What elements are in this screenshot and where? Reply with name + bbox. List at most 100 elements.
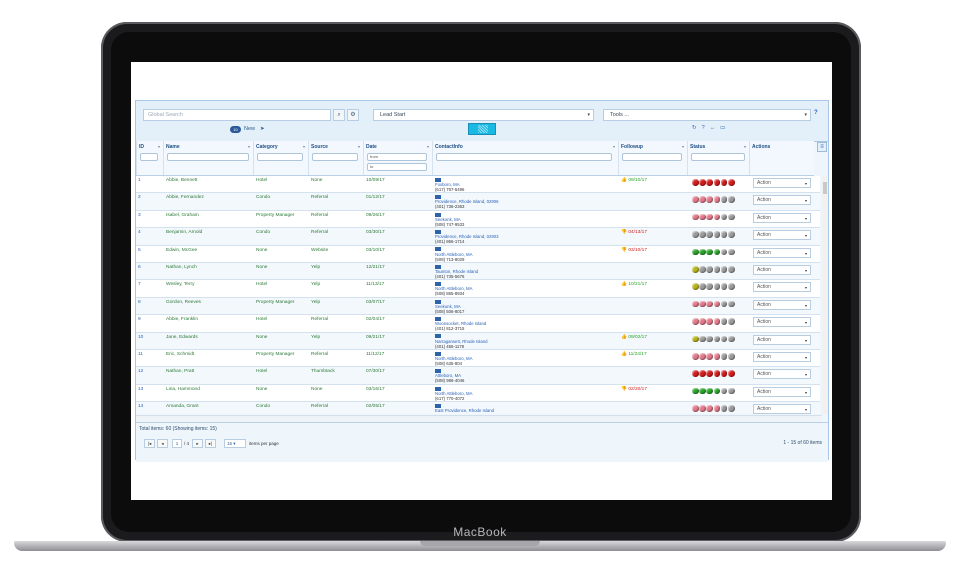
help-icon[interactable]: ? bbox=[814, 110, 818, 116]
status-indicator[interactable] bbox=[692, 335, 735, 343]
status-dot[interactable] bbox=[706, 231, 713, 238]
status-dot[interactable] bbox=[727, 196, 735, 203]
pin-icon[interactable]: ➤ bbox=[260, 126, 265, 132]
status-dot[interactable] bbox=[720, 213, 728, 221]
status-indicator[interactable] bbox=[692, 248, 735, 256]
status-dot[interactable] bbox=[720, 300, 728, 308]
status-dot[interactable] bbox=[699, 248, 706, 256]
last-page-button[interactable]: ▸| bbox=[205, 438, 217, 448]
expand-icon[interactable]: ↔ bbox=[710, 125, 721, 131]
action-select[interactable]: Action ▾ bbox=[753, 334, 811, 345]
column-sort-icon[interactable]: ▾ bbox=[682, 144, 684, 149]
action-select[interactable]: Action ▾ bbox=[753, 195, 811, 206]
table-row[interactable]: 4 Benjamin, Arnold Condo Referral 03/30/17 Pr… bbox=[136, 228, 820, 246]
table-row[interactable]: 1 Abbie, Bennett Hotel None 10/09/17 Foxboro,… bbox=[136, 176, 820, 194]
action-select[interactable]: Action ▾ bbox=[753, 230, 811, 241]
view-select[interactable]: Lead Start ▾ bbox=[373, 109, 594, 121]
status-dot[interactable] bbox=[727, 318, 735, 325]
status-dot[interactable] bbox=[706, 300, 713, 308]
status-dot[interactable] bbox=[720, 248, 728, 256]
action-select[interactable]: Action ▾ bbox=[753, 317, 811, 328]
cell-contact-info[interactable]: Foxboro, MA (617) 757-5496 bbox=[435, 177, 464, 192]
status-dot[interactable] bbox=[727, 231, 735, 238]
status-dot[interactable] bbox=[720, 196, 728, 203]
column-header-name[interactable]: Name bbox=[166, 144, 180, 150]
cell-contact-info[interactable]: East Providence, Rhode Island bbox=[435, 403, 494, 413]
status-dot[interactable] bbox=[713, 318, 721, 325]
status-dot[interactable] bbox=[720, 335, 728, 343]
status-dot[interactable] bbox=[699, 196, 706, 203]
action-select[interactable]: Action ▾ bbox=[753, 265, 811, 275]
column-sort-icon[interactable]: ▾ bbox=[158, 144, 160, 149]
status-dot[interactable] bbox=[706, 248, 713, 256]
status-dot[interactable] bbox=[692, 213, 699, 221]
status-dot[interactable] bbox=[713, 179, 721, 186]
column-menu-icon[interactable]: ≡ bbox=[817, 142, 827, 152]
table-row[interactable]: 9 Abbie, Franklin Hotel Referral 02/04/17 Woo… bbox=[136, 315, 820, 333]
status-dot[interactable] bbox=[727, 335, 735, 343]
action-select[interactable]: Action ▾ bbox=[753, 299, 811, 310]
cell-contact-info[interactable]: North Attleboro, MA (508) 865-8934 bbox=[435, 281, 473, 296]
status-dot[interactable] bbox=[720, 405, 728, 412]
status-dot[interactable] bbox=[699, 318, 706, 325]
status-dot[interactable] bbox=[699, 266, 706, 273]
cell-followup[interactable]: 👎 02/20/17 bbox=[621, 387, 647, 392]
status-indicator[interactable] bbox=[692, 266, 735, 273]
status-dot[interactable] bbox=[706, 335, 713, 343]
filter-name[interactable] bbox=[167, 153, 249, 161]
status-dot[interactable] bbox=[706, 283, 713, 290]
status-indicator[interactable] bbox=[692, 213, 735, 221]
status-dot[interactable] bbox=[720, 370, 728, 377]
column-header-source[interactable]: Source bbox=[311, 144, 328, 150]
status-dot[interactable] bbox=[713, 196, 721, 203]
status-dot[interactable] bbox=[727, 387, 735, 395]
status-dot[interactable] bbox=[727, 370, 735, 377]
page-input[interactable]: 1 bbox=[172, 438, 182, 448]
status-dot[interactable] bbox=[692, 370, 699, 377]
status-dot[interactable] bbox=[727, 405, 735, 412]
status-dot[interactable] bbox=[713, 213, 721, 221]
action-select[interactable]: Action ▾ bbox=[753, 247, 811, 258]
status-dot[interactable] bbox=[699, 179, 706, 186]
tools-select[interactable]: Tools ... ▾ bbox=[603, 109, 811, 121]
status-dot[interactable] bbox=[713, 370, 721, 377]
status-dot[interactable] bbox=[706, 370, 713, 377]
table-row[interactable]: 6 Nathan, Lynch None Yelp 12/21/17 Taunton, R… bbox=[136, 263, 820, 281]
status-dot[interactable] bbox=[713, 387, 721, 395]
status-dot[interactable] bbox=[706, 405, 713, 412]
status-dot[interactable] bbox=[699, 335, 706, 343]
status-dot[interactable] bbox=[720, 266, 728, 273]
status-dot[interactable] bbox=[720, 387, 728, 395]
status-dot[interactable] bbox=[692, 248, 699, 256]
status-dot[interactable] bbox=[706, 318, 713, 325]
status-dot[interactable] bbox=[699, 213, 706, 221]
table-row[interactable]: 14 Amanda, Grant Condo Referral 02/05/17 East… bbox=[136, 402, 820, 414]
table-row[interactable]: 5 Edwin, McGee None Website 03/10/17 North At… bbox=[136, 245, 820, 263]
status-dot[interactable] bbox=[727, 283, 735, 290]
status-dot[interactable] bbox=[692, 387, 699, 395]
table-row[interactable]: 13 Lina, Hammond None None 03/16/17 North Att… bbox=[136, 384, 820, 403]
gear-icon[interactable]: ⚙ bbox=[347, 109, 359, 121]
status-dot[interactable] bbox=[720, 318, 728, 325]
status-dot[interactable] bbox=[699, 405, 706, 412]
first-page-button[interactable]: |◂ bbox=[144, 438, 155, 448]
cell-contact-info[interactable]: Attleboro, MA (508) 986-4046 bbox=[435, 368, 464, 383]
cell-contact-info[interactable]: Woonsocket, Rhode Island (401) 812-3715 bbox=[435, 316, 486, 331]
action-select[interactable]: Action ▾ bbox=[753, 386, 811, 397]
column-header-id[interactable]: ID bbox=[139, 144, 144, 150]
selection-toggle-button[interactable] bbox=[468, 123, 496, 135]
filter-source[interactable] bbox=[312, 153, 358, 161]
column-header-followup[interactable]: Followup bbox=[621, 144, 643, 150]
status-indicator[interactable] bbox=[692, 318, 735, 325]
status-dot[interactable] bbox=[692, 300, 699, 308]
per-page-select[interactable]: 15 ▾ bbox=[224, 438, 247, 448]
filter-status[interactable] bbox=[691, 153, 745, 161]
status-indicator[interactable] bbox=[692, 370, 735, 377]
cell-contact-info[interactable]: North Attleboro, MA (617) 770-4072 bbox=[435, 386, 473, 401]
status-indicator[interactable] bbox=[692, 405, 735, 412]
column-header-actions[interactable]: Actions bbox=[752, 144, 770, 150]
status-dot[interactable] bbox=[713, 353, 721, 360]
search-icon[interactable]: ⌕ bbox=[333, 109, 345, 121]
cell-followup[interactable]: 👍 11/24/17 bbox=[621, 352, 647, 357]
prev-page-button[interactable]: ◂ bbox=[157, 438, 168, 448]
